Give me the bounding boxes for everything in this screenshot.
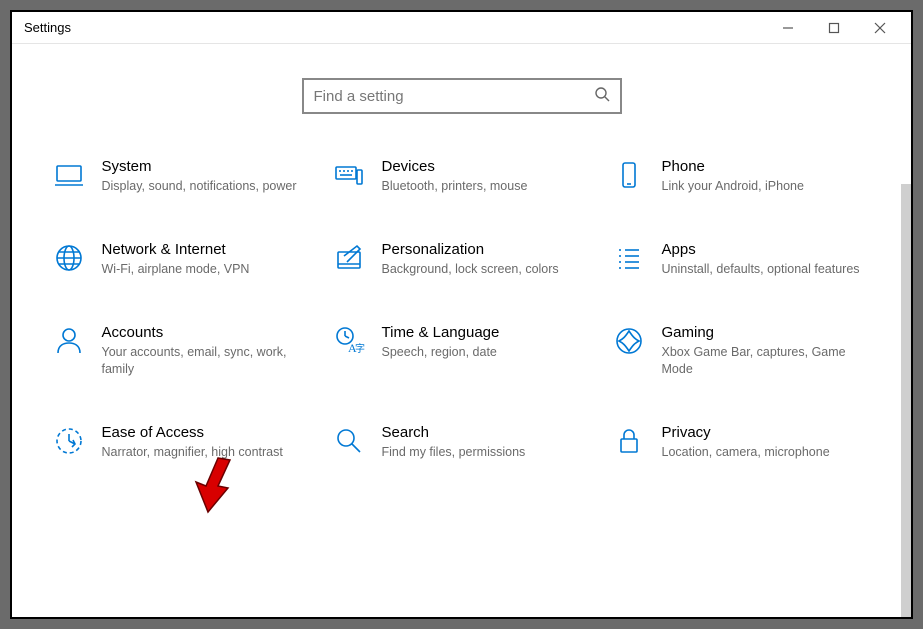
search-input[interactable] — [314, 88, 594, 105]
category-desc: Find my files, permissions — [382, 444, 592, 461]
category-desc: Wi-Fi, airplane mode, VPN — [102, 261, 312, 278]
category-desc: Your accounts, email, sync, work, family — [102, 344, 312, 378]
content-area: System Display, sound, notifications, po… — [12, 44, 911, 617]
category-desc: Link your Android, iPhone — [662, 178, 872, 195]
category-title: Personalization — [382, 241, 592, 258]
category-title: System — [102, 158, 312, 175]
category-title: Accounts — [102, 324, 312, 341]
category-title: Gaming — [662, 324, 872, 341]
category-desc: Display, sound, notifications, power — [102, 178, 312, 195]
category-gaming[interactable]: Gaming Xbox Game Bar, captures, Game Mod… — [612, 324, 872, 378]
person-icon — [52, 324, 86, 358]
gaming-icon — [612, 324, 646, 358]
category-title: Time & Language — [382, 324, 592, 341]
category-system[interactable]: System Display, sound, notifications, po… — [52, 158, 312, 195]
category-title: Apps — [662, 241, 872, 258]
search-category-icon — [332, 424, 366, 458]
category-desc: Narrator, magnifier, high contrast — [102, 444, 312, 461]
category-desc: Bluetooth, printers, mouse — [382, 178, 592, 195]
svg-text:字: 字 — [355, 342, 365, 355]
window-controls — [765, 12, 903, 44]
category-privacy[interactable]: Privacy Location, camera, microphone — [612, 424, 872, 461]
category-title: Phone — [662, 158, 872, 175]
lock-icon — [612, 424, 646, 458]
titlebar: Settings — [12, 12, 911, 44]
category-search[interactable]: Search Find my files, permissions — [332, 424, 592, 461]
category-title: Ease of Access — [102, 424, 312, 441]
category-personalization[interactable]: Personalization Background, lock screen,… — [332, 241, 592, 278]
category-phone[interactable]: Phone Link your Android, iPhone — [612, 158, 872, 195]
monitor-icon — [52, 158, 86, 192]
search-box[interactable] — [302, 78, 622, 114]
keyboard-icon — [332, 158, 366, 192]
category-desc: Background, lock screen, colors — [382, 261, 592, 278]
paint-icon — [332, 241, 366, 275]
globe-icon — [52, 241, 86, 275]
category-accounts[interactable]: Accounts Your accounts, email, sync, wor… — [52, 324, 312, 378]
settings-window: Settings — [10, 10, 913, 619]
category-time-language[interactable]: A字 Time & Language Speech, region, date — [332, 324, 592, 378]
ease-of-access-icon — [52, 424, 86, 458]
time-language-icon: A字 — [332, 324, 366, 358]
minimize-button[interactable] — [765, 12, 811, 44]
category-title: Network & Internet — [102, 241, 312, 258]
category-title: Search — [382, 424, 592, 441]
category-desc: Speech, region, date — [382, 344, 592, 361]
category-network[interactable]: Network & Internet Wi-Fi, airplane mode,… — [52, 241, 312, 278]
list-icon — [612, 241, 646, 275]
category-devices[interactable]: Devices Bluetooth, printers, mouse — [332, 158, 592, 195]
category-desc: Location, camera, microphone — [662, 444, 872, 461]
category-desc: Xbox Game Bar, captures, Game Mode — [662, 344, 872, 378]
window-title: Settings — [24, 20, 71, 35]
settings-grid: System Display, sound, notifications, po… — [12, 138, 911, 490]
category-title: Privacy — [662, 424, 872, 441]
category-apps[interactable]: Apps Uninstall, defaults, optional featu… — [612, 241, 872, 278]
category-ease-of-access[interactable]: Ease of Access Narrator, magnifier, high… — [52, 424, 312, 461]
category-title: Devices — [382, 158, 592, 175]
search-icon — [594, 86, 610, 107]
maximize-button[interactable] — [811, 12, 857, 44]
phone-icon — [612, 158, 646, 192]
vertical-scrollbar[interactable] — [901, 184, 911, 617]
category-desc: Uninstall, defaults, optional features — [662, 261, 872, 278]
close-button[interactable] — [857, 12, 903, 44]
